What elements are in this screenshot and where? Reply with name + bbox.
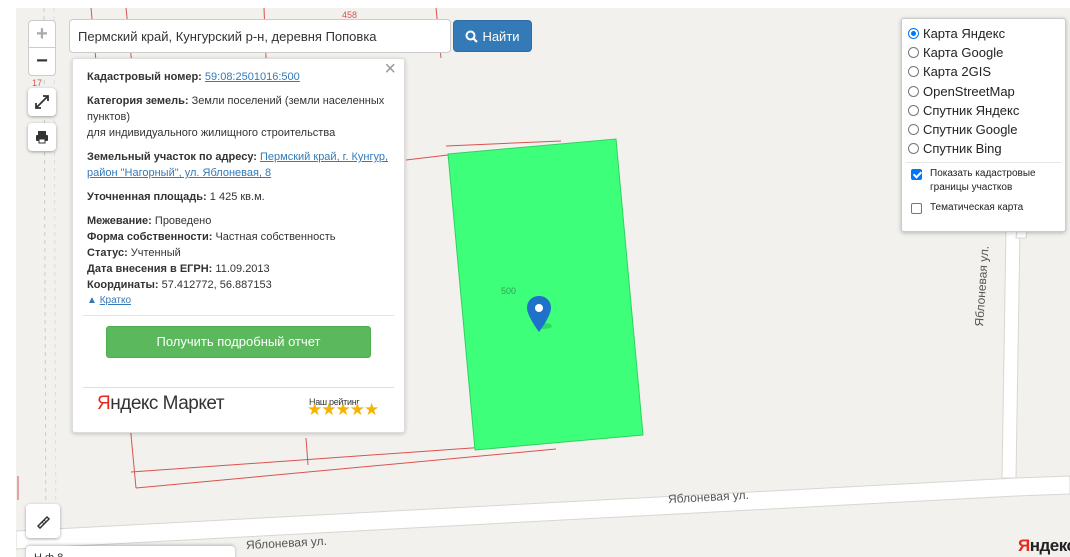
coordinates-value: 57.412772, 56.887153	[161, 279, 272, 291]
show-cadastre-checkbox[interactable]	[911, 169, 922, 181]
search-button[interactable]: Найти	[453, 20, 532, 52]
layer-option-yandex-satellite[interactable]: Спутник Яндекс	[908, 101, 1059, 120]
map-layers-panel: Карта Яндекс Карта Google Карта 2GIS Ope…	[901, 18, 1066, 232]
layer-option-label: OpenStreetMap	[923, 83, 1015, 99]
address-row: Земельный участок по адресу: Пермский кр…	[87, 149, 390, 181]
plot-number-500: 500	[501, 286, 517, 296]
show-cadastre-label: Показать кадастровые границы участков	[930, 168, 1036, 194]
cadastral-number-label: Кадастровый номер:	[87, 71, 202, 83]
land-use-value: для индивидуального жилищного строительс…	[87, 127, 336, 139]
radio-button[interactable]	[908, 104, 919, 116]
bottom-info-bar[interactable]: Н ф 8	[26, 546, 235, 557]
survey-value: Проведено	[154, 215, 212, 227]
fullscreen-button[interactable]	[28, 88, 56, 116]
layer-option-google-map[interactable]: Карта Google	[908, 43, 1059, 62]
layer-option-bing-satellite[interactable]: Спутник Bing	[908, 139, 1059, 158]
status-row: Статус: Учтенный	[87, 245, 390, 261]
ownership-label: Форма собственности:	[87, 231, 213, 243]
status-label: Статус:	[87, 247, 128, 259]
layer-option-label: Карта 2GIS	[923, 64, 992, 80]
address-search-input[interactable]	[69, 19, 451, 53]
divider	[906, 162, 1061, 164]
zoom-in-button[interactable]: +	[28, 20, 56, 48]
ownership-row: Форма собственности: Частная собственнос…	[87, 229, 390, 245]
search-button-label: Найти	[482, 28, 520, 44]
caret-up-icon: ▲	[87, 295, 97, 306]
cadastral-number-row: Кадастровый номер: 59:08:2501016:500	[87, 69, 390, 85]
status-value: Учтенный	[130, 247, 181, 259]
ruler-icon	[36, 515, 51, 529]
survey-row: Межевание: Проведено	[87, 213, 390, 229]
ownership-value: Частная собственность	[215, 231, 336, 243]
zoom-out-button[interactable]: −	[28, 48, 56, 76]
location-marker-icon[interactable]	[524, 294, 554, 334]
show-cadastre-toggle[interactable]: Показать кадастровые границы участков	[908, 167, 1059, 195]
radio-button[interactable]	[908, 85, 919, 97]
rating-stars: ★★★★★	[307, 400, 379, 419]
layer-option-yandex-map[interactable]: Карта Яндекс	[908, 24, 1059, 43]
expand-icon	[35, 95, 49, 109]
radio-button[interactable]	[908, 47, 919, 59]
print-button[interactable]	[28, 123, 56, 151]
area-label: Уточненная площадь:	[87, 191, 207, 203]
radio-button[interactable]	[908, 124, 919, 136]
map-canvas[interactable]: 458 17 500 Яблоневая ул. Яблоневая ул. Я…	[16, 8, 1070, 557]
registry-date-value: 11.09.2013	[215, 263, 270, 275]
coordinates-row: Координаты: 57.412772, 56.887153	[87, 277, 390, 293]
layer-option-label: Спутник Bing	[923, 141, 1002, 157]
radio-button[interactable]	[908, 28, 919, 40]
close-icon[interactable]: ×	[384, 59, 396, 79]
thematic-map-checkbox[interactable]	[911, 203, 922, 215]
layer-option-label: Карта Яндекс	[923, 26, 1006, 42]
ruler-button[interactable]	[26, 504, 60, 538]
market-banner[interactable]: Яндекс Маркет Наш рейтинг ★★★★★	[83, 387, 394, 433]
radio-button[interactable]	[908, 66, 919, 78]
area-row: Уточненная площадь: 1 425 кв.м.	[87, 189, 390, 205]
radio-button[interactable]	[908, 143, 919, 155]
registry-date-label: Дата внесения в ЕГРН:	[87, 263, 213, 275]
cadastral-number-link[interactable]: 59:08:2501016:500	[205, 71, 300, 83]
thematic-map-toggle[interactable]: Тематическая карта	[908, 201, 1059, 215]
get-report-button[interactable]: Получить подробный отчет	[106, 326, 371, 358]
address-label: Земельный участок по адресу:	[87, 151, 257, 163]
area-value: 1 425 кв.м.	[209, 191, 265, 203]
land-category-row: Категория земель: Земли поселений (земли…	[87, 93, 390, 141]
registry-date-row: Дата внесения в ЕГРН: 11.09.2013	[87, 261, 390, 277]
parcel-info-popup: × Кадастровый номер: 59:08:2501016:500 К…	[72, 58, 405, 433]
plot-number-17: 17	[32, 78, 43, 88]
layer-option-google-satellite[interactable]: Спутник Google	[908, 120, 1059, 139]
yandex-map-logo[interactable]: Яндекс	[1018, 536, 1070, 556]
layer-option-label: Карта Google	[923, 45, 1004, 61]
land-category-label: Категория земель:	[87, 95, 189, 107]
layer-option-label: Спутник Google	[923, 122, 1018, 138]
layer-option-2gis-map[interactable]: Карта 2GIS	[908, 62, 1059, 81]
divider	[83, 315, 394, 316]
search-icon	[465, 30, 479, 43]
layer-option-openstreetmap[interactable]: OpenStreetMap	[908, 82, 1059, 101]
print-icon	[36, 131, 48, 144]
thematic-map-label: Тематическая карта	[930, 202, 1024, 214]
survey-label: Межевание:	[87, 215, 152, 227]
coordinates-label: Координаты:	[87, 279, 159, 291]
collapse-toggle[interactable]: ▲ Кратко	[87, 293, 390, 309]
layer-option-label: Спутник Яндекс	[923, 102, 1020, 118]
yandex-market-logo[interactable]: Яндекс Маркет	[97, 394, 225, 413]
collapse-link[interactable]: Кратко	[100, 295, 131, 306]
